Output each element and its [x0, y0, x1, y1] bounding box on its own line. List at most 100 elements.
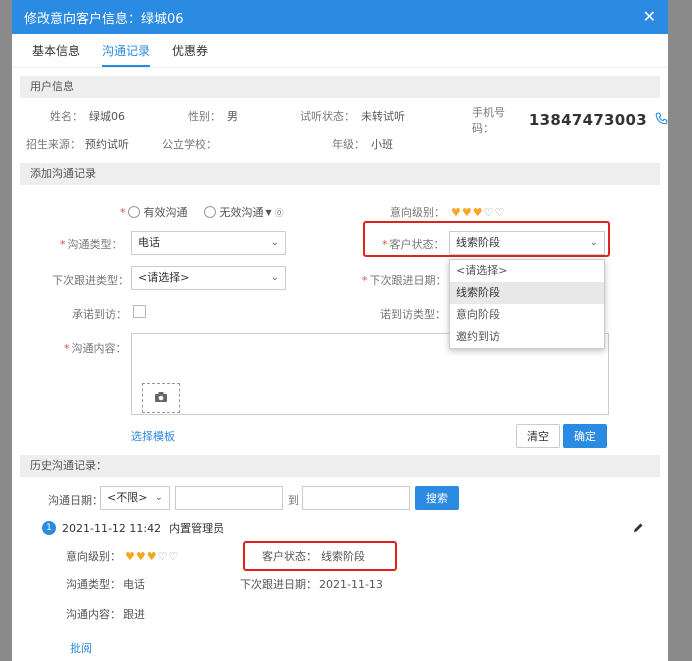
tab-basic-info[interactable]: 基本信息 [32, 42, 80, 67]
history-end-date-input[interactable] [302, 486, 410, 510]
intent-level-row: 意向级别： ♥♥♥♡♡ [390, 204, 505, 220]
intent-level-hearts[interactable]: ♥♥♥♡♡ [451, 206, 505, 219]
communication-content-label: 沟通内容： [71, 342, 127, 355]
dialog-title: 修改意向客户信息：绿城06 [24, 11, 184, 27]
upload-photo-button[interactable] [142, 383, 180, 413]
history-date-label-row: 沟通日期： [48, 492, 103, 508]
edit-pencil-icon[interactable] [632, 522, 644, 537]
history-section-title: 历史沟通记录： [20, 455, 660, 477]
invalid-communication-radio[interactable] [203, 206, 216, 218]
phone-value: 13847473003 [528, 111, 647, 129]
promise-type-label-row: 诺到访类型： [380, 306, 446, 322]
edit-customer-dialog: 修改意向客户信息：绿城06 ✕ 基本信息 沟通记录 优惠券 用户信息 姓名： 绿… [12, 0, 668, 661]
record-next-date-value: 2021-11-13 [319, 577, 383, 591]
heart-filled-icon[interactable]: ♥ [147, 550, 158, 563]
customer-status-dropdown: <请选择> 线索阶段 意向阶段 邀约到访 [449, 259, 605, 349]
gender-label: 性别： [188, 110, 221, 123]
record-status-row: 客户状态： 线索阶段 [262, 548, 365, 564]
phone-row: 手机号码： 13847473003 [472, 104, 668, 136]
promise-visit-type-label: 诺到访类型： [380, 308, 446, 321]
status-option-intent[interactable]: 意向阶段 [450, 304, 604, 326]
record-intent-hearts: ♥♥♥♡♡ [125, 550, 179, 563]
camera-icon [154, 391, 168, 406]
next-followup-date-label: 下次跟进日期： [369, 274, 447, 287]
heart-filled-icon[interactable]: ♥ [451, 206, 462, 219]
grade-row: 年级： 小班 [332, 136, 393, 152]
record-comm-type-value: 电话 [123, 578, 145, 591]
valid-radio-group: * 有效沟通 无效沟通 ▼ ⓪ [120, 205, 284, 220]
status-option-please-select[interactable]: <请选择> [450, 260, 604, 282]
to-label-row: 到 [288, 492, 299, 508]
next-followup-type-select[interactable]: <请选择> ⌄ [131, 266, 286, 290]
heart-filled-icon[interactable]: ♥ [462, 206, 473, 219]
search-button[interactable]: 搜索 [415, 486, 459, 510]
name-label: 姓名： [50, 110, 83, 123]
status-option-lead[interactable]: 线索阶段 [450, 282, 604, 304]
record-datetime: 2021-11-12 11:42 [62, 521, 162, 535]
heart-empty-icon[interactable]: ♡ [495, 206, 506, 219]
record-intent-row: 意向级别： ♥♥♥♡♡ [66, 548, 179, 564]
source-value: 预约试听 [85, 138, 129, 151]
record-index-badge: 1 [42, 521, 56, 535]
record-next-date-row: 下次跟进日期： 2021-11-13 [240, 576, 383, 592]
heart-filled-icon[interactable]: ♥ [473, 206, 484, 219]
customer-status-label: 客户状态： [389, 238, 445, 251]
chevron-down-icon: ⌄ [154, 492, 163, 503]
review-link-row: 批阅 [70, 640, 92, 656]
name-row: 姓名： 绿城06 [50, 108, 125, 124]
add-record-section-title: 添加沟通记录 [20, 163, 660, 185]
customer-status-value: 线索阶段 [456, 236, 500, 249]
dialog-titlebar: 修改意向客户信息：绿城06 ✕ [12, 0, 668, 34]
customer-status-select[interactable]: 线索阶段 ⌄ [449, 231, 605, 255]
gender-row: 性别： 男 [188, 108, 238, 124]
comm-type-select[interactable]: 电话 ⌄ [131, 231, 286, 255]
trial-row: 试听状态： 未转试听 [300, 108, 405, 124]
intent-level-label: 意向级别： [390, 206, 445, 219]
close-icon[interactable]: ✕ [643, 9, 656, 25]
history-date-filter-select[interactable]: <不限> ⌄ [100, 486, 170, 510]
record-status-value: 线索阶段 [321, 550, 365, 563]
select-template-link[interactable]: 选择模板 [131, 428, 175, 444]
template-link-row: 选择模板 [131, 428, 175, 444]
review-link[interactable]: 批阅 [70, 640, 92, 656]
valid-communication-radio[interactable] [127, 206, 140, 218]
heart-filled-icon[interactable]: ♥ [136, 550, 147, 563]
school-row: 公立学校： [162, 136, 217, 152]
history-date-label: 沟通日期： [48, 494, 103, 507]
promise-label-row: 承诺到访： [72, 306, 127, 322]
clear-button[interactable]: 清空 [516, 424, 560, 448]
valid-communication-label: 有效沟通 [143, 206, 188, 219]
next-type-label-row: 下次跟进类型： [52, 272, 129, 288]
tab-bar: 基本信息 沟通记录 优惠券 [12, 34, 668, 68]
user-info-section-title: 用户信息 [20, 76, 660, 98]
comm-type-label: 沟通类型： [67, 238, 123, 251]
heart-empty-icon[interactable]: ♡ [484, 206, 495, 219]
heart-empty-icon[interactable]: ♡ [169, 550, 180, 563]
promise-visit-checkbox[interactable] [133, 305, 146, 318]
school-label: 公立学校： [162, 138, 217, 151]
comm-type-label-row: * 沟通类型： [60, 237, 123, 252]
caret-down-icon[interactable]: ▼ [266, 208, 272, 217]
heart-empty-icon[interactable]: ♡ [158, 550, 169, 563]
content-label-row: * 沟通内容： [64, 341, 127, 356]
phone-call-icon[interactable] [655, 112, 668, 128]
source-row: 招生来源： 预约试听 [26, 136, 129, 152]
phone-label: 手机号码： [472, 106, 505, 135]
grade-label: 年级： [332, 138, 365, 151]
tab-communication-records[interactable]: 沟通记录 [102, 42, 151, 67]
record-intent-label: 意向级别： [66, 550, 121, 563]
tab-coupons[interactable]: 优惠券 [172, 42, 208, 67]
confirm-button[interactable]: 确定 [563, 424, 607, 448]
status-option-invited-visit[interactable]: 邀约到访 [450, 326, 604, 348]
help-icon[interactable]: ⓪ [275, 206, 284, 219]
promise-visit-label: 承诺到访： [72, 308, 127, 321]
history-start-date-input[interactable] [175, 486, 283, 510]
background-page-right [668, 0, 692, 661]
next-followup-type-value: <请选择> [138, 271, 190, 284]
gender-value: 男 [227, 110, 238, 123]
comm-type-value: 电话 [138, 236, 160, 249]
trial-status-value: 未转试听 [361, 110, 405, 123]
heart-filled-icon[interactable]: ♥ [125, 550, 136, 563]
chevron-down-icon: ⌄ [270, 237, 279, 248]
customer-status-label-row: * 客户状态： [382, 237, 445, 252]
